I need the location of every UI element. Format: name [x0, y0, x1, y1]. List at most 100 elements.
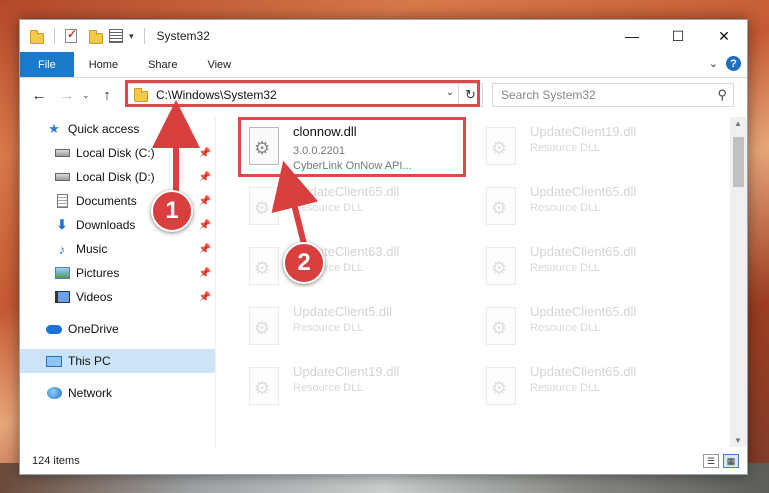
file-item[interactable]: UpdateClient19.dll Resource DLL: [241, 361, 466, 415]
file-type: Resource DLL: [530, 202, 601, 214]
pin-icon[interactable]: 📌: [199, 220, 211, 231]
dll-file-icon: [482, 125, 524, 171]
file-name: UpdateClient65.dll: [530, 244, 637, 259]
sidebar-item-label: Pictures: [76, 266, 120, 280]
search-box[interactable]: ⚲: [492, 83, 734, 107]
document-icon: [54, 194, 70, 208]
file-item[interactable]: UpdateClient65.dll Resource DLL: [478, 301, 703, 355]
pane-divider: [215, 117, 216, 447]
sidebar-item-label: Downloads: [76, 218, 136, 232]
folder-icon: [30, 29, 44, 44]
pin-icon[interactable]: 📌: [199, 244, 211, 255]
cloud-icon: [46, 322, 62, 336]
expand-ribbon-chevron-icon[interactable]: ⌄: [709, 57, 718, 70]
pin-icon[interactable]: 📌: [199, 292, 211, 303]
tab-file[interactable]: File: [20, 52, 74, 77]
pin-icon[interactable]: 📌: [199, 172, 211, 183]
file-item[interactable]: UpdateClient65.dll Resource DLL: [478, 241, 703, 295]
sidebar-item-onedrive[interactable]: OneDrive: [20, 317, 215, 341]
address-highlight-box: [125, 80, 480, 107]
pin-icon[interactable]: 📌: [199, 268, 211, 279]
file-name: UpdateClient19.dll: [530, 124, 637, 139]
up-button[interactable]: ↑: [96, 84, 118, 106]
dll-file-icon: [245, 185, 287, 231]
sidebar-item-label: This PC: [68, 354, 111, 368]
file-name: UpdateClient65.dll: [293, 184, 400, 199]
caption-buttons: — ☐ ✕: [609, 20, 747, 52]
close-button[interactable]: ✕: [701, 20, 747, 52]
sidebar-item-quick-access[interactable]: ★ Quick access: [20, 117, 215, 141]
file-item[interactable]: UpdateClient65.dll Resource DLL: [478, 361, 703, 415]
file-type: Resource DLL: [293, 202, 364, 214]
dll-file-icon: [245, 365, 287, 411]
minimize-button[interactable]: —: [609, 20, 655, 52]
quick-access-toolbar: ▾: [20, 27, 149, 44]
status-bar: 124 items ☰ ▦: [20, 448, 747, 474]
help-icon[interactable]: ?: [726, 56, 741, 71]
file-name: UpdateClient65.dll: [530, 184, 637, 199]
sidebar-item-local-disk-c[interactable]: Local Disk (C:) 📌: [20, 141, 215, 165]
file-item[interactable]: UpdateClient63.dll Resource DLL: [241, 241, 466, 295]
pin-icon[interactable]: 📌: [199, 148, 211, 159]
title-bar: ▾ System32 — ☐ ✕: [20, 20, 747, 52]
search-input[interactable]: [501, 88, 701, 102]
properties-check-icon[interactable]: [65, 27, 77, 43]
step-badge-2: 2: [283, 242, 325, 284]
item-count: 124 items: [32, 455, 80, 467]
details-view-icon[interactable]: ☰: [703, 454, 719, 468]
pc-icon: [46, 354, 62, 368]
dll-file-icon: [482, 305, 524, 351]
navigation-pane: ★ Quick access Local Disk (C:) 📌 Local D…: [20, 117, 215, 447]
sidebar-item-music[interactable]: ♪ Music 📌: [20, 237, 215, 261]
file-item[interactable]: UpdateClient19.dll Resource DLL: [478, 121, 703, 175]
back-button[interactable]: ←: [28, 84, 50, 106]
sidebar-item-label: Local Disk (C:): [76, 146, 155, 160]
divider: [54, 28, 55, 44]
pin-icon[interactable]: 📌: [199, 196, 211, 207]
vertical-scrollbar[interactable]: ▲ ▼: [730, 117, 747, 447]
drive-icon: [54, 170, 70, 184]
file-item[interactable]: UpdateClient5.dll Resource DLL: [241, 301, 466, 355]
ribbon-tabs: File Home Share View ⌄ ?: [20, 52, 747, 78]
drive-icon: [54, 146, 70, 160]
forward-button[interactable]: →: [56, 84, 78, 106]
tab-home[interactable]: Home: [74, 52, 133, 77]
file-type: Resource DLL: [293, 322, 364, 334]
sidebar-item-this-pc[interactable]: This PC: [20, 349, 215, 373]
sidebar-item-label: Network: [68, 386, 113, 400]
recent-locations-dropdown-icon[interactable]: ⌄: [82, 90, 96, 101]
file-type: Resource DLL: [293, 382, 364, 394]
tab-view[interactable]: View: [192, 52, 246, 77]
sidebar-item-label: OneDrive: [68, 322, 119, 336]
window-title: System32: [156, 29, 210, 43]
view-toggle: ☰ ▦: [703, 454, 739, 468]
scroll-thumb[interactable]: [733, 137, 744, 187]
sidebar-item-pictures[interactable]: Pictures 📌: [20, 261, 215, 285]
file-item[interactable]: UpdateClient65.dll Resource DLL: [478, 181, 703, 235]
dll-file-icon: [482, 185, 524, 231]
file-item[interactable]: UpdateClient65.dll Resource DLL: [241, 181, 466, 235]
network-icon: [46, 386, 62, 400]
new-folder-icon[interactable]: [89, 29, 103, 44]
sidebar-item-videos[interactable]: Videos 📌: [20, 285, 215, 309]
dll-file-icon: [482, 245, 524, 291]
file-type: Resource DLL: [530, 142, 601, 154]
step-badge-1: 1: [151, 190, 193, 232]
scroll-down-icon[interactable]: ▼: [734, 436, 742, 445]
download-icon: ⬇: [56, 217, 68, 232]
file-name: UpdateClient5.dll: [293, 304, 393, 319]
maximize-button[interactable]: ☐: [655, 20, 701, 52]
view-properties-icon[interactable]: [109, 29, 123, 43]
sidebar-item-local-disk-d[interactable]: Local Disk (D:) 📌: [20, 165, 215, 189]
sidebar-item-network[interactable]: Network: [20, 381, 215, 405]
videos-icon: [54, 290, 70, 304]
divider: [143, 28, 145, 44]
search-icon[interactable]: ⚲: [717, 87, 727, 103]
star-icon: ★: [48, 121, 60, 136]
ribbon-right-controls: ⌄ ?: [709, 56, 741, 71]
tab-share[interactable]: Share: [133, 52, 192, 77]
music-icon: ♪: [58, 241, 66, 257]
scroll-up-icon[interactable]: ▲: [734, 119, 742, 128]
customize-toolbar-dropdown-icon[interactable]: ▾: [129, 31, 134, 42]
tiles-view-icon[interactable]: ▦: [723, 454, 739, 468]
